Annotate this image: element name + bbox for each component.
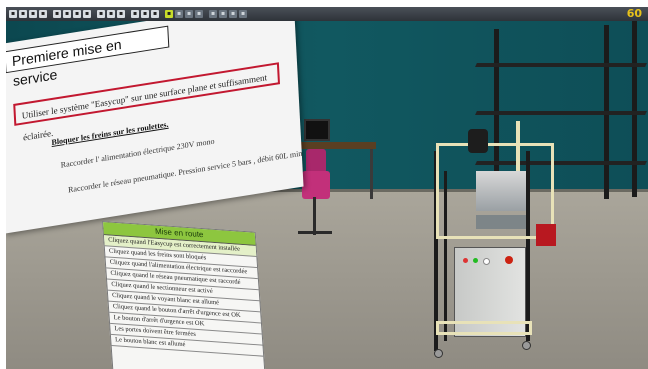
select-icon[interactable]: ▪ [131,10,139,18]
red-button[interactable] [463,258,468,263]
redo-icon[interactable]: ▪ [107,10,115,18]
rotate-icon[interactable]: ▪ [185,10,193,18]
emergency-stop-button[interactable] [505,256,513,264]
computer-monitor [304,119,330,141]
print-icon[interactable]: ▪ [39,10,47,18]
stop-icon[interactable]: ▪ [229,10,237,18]
new-icon[interactable]: ▪ [9,10,17,18]
reset-icon[interactable]: ▪ [239,10,247,18]
interact-mode-icon[interactable]: ▪ [165,10,173,18]
delete-icon[interactable]: ▪ [83,10,91,18]
play-icon[interactable]: ▪ [209,10,217,18]
fps-counter: 60 [626,7,642,20]
camera-icon[interactable]: ▪ [151,10,159,18]
white-button[interactable] [483,258,490,265]
bold-instruction: Bloquer les freins sur les roulettes. [51,119,169,148]
properties-icon[interactable]: ▪ [117,10,125,18]
green-button[interactable] [473,258,478,263]
startup-checklist[interactable]: Mise en route Cliquez quand l'Easycup es… [102,221,267,369]
caster-wheel [434,349,443,358]
move-icon[interactable]: ▪ [175,10,183,18]
pneumatic-cylinder [468,129,488,153]
view-icon[interactable]: ▪ [141,10,149,18]
game-viewport: ▪ ▪ ▪ ▪ ▪ ▪ ▪ ▪ ▪ ▪ ▪ ▪ ▪ ▪ ▪ ▪ ▪ ▪ ▪ ▪ … [0,0,648,369]
caster-wheel [522,341,531,350]
top-toolbar: ▪ ▪ ▪ ▪ ▪ ▪ ▪ ▪ ▪ ▪ ▪ ▪ ▪ ▪ ▪ ▪ ▪ ▪ ▪ ▪ … [6,7,648,21]
pause-icon[interactable]: ▪ [219,10,227,18]
cut-icon[interactable]: ▪ [53,10,61,18]
open-icon[interactable]: ▪ [19,10,27,18]
undo-icon[interactable]: ▪ [97,10,105,18]
paste-icon[interactable]: ▪ [73,10,81,18]
save-icon[interactable]: ▪ [29,10,37,18]
copy-icon[interactable]: ▪ [63,10,71,18]
red-component [536,224,556,246]
3d-scene[interactable]: Premiere mise en service Utiliser le sys… [6,21,648,369]
scale-icon[interactable]: ▪ [195,10,203,18]
